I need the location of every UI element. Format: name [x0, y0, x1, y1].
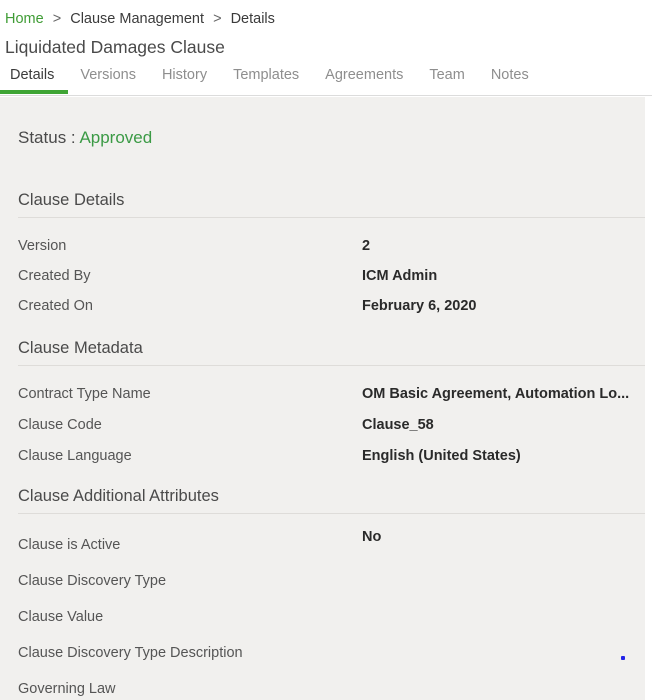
- field-value: 2: [362, 238, 371, 254]
- field-label: Created On: [18, 298, 93, 314]
- field-row-version: Version 2: [0, 236, 645, 256]
- section-title: Clause Additional Attributes: [18, 487, 219, 505]
- field-row-clause-discovery-type-description: Clause Discovery Type Description: [0, 643, 645, 663]
- field-label: Clause Language: [18, 448, 132, 464]
- field-row-clause-value: Clause Value: [0, 607, 645, 627]
- field-row-created-on: Created On February 6, 2020: [0, 296, 645, 316]
- page-title: Liquidated Damages Clause: [5, 37, 225, 57]
- field-row-created-by: Created By ICM Admin: [0, 266, 645, 286]
- tab-notes[interactable]: Notes: [478, 66, 542, 85]
- breadcrumb-separator: >: [52, 11, 62, 27]
- field-label: Contract Type Name: [18, 386, 151, 402]
- page-header: Home > Clause Management > Details Liqui…: [0, 0, 652, 96]
- active-tab-indicator: [0, 90, 68, 94]
- field-row-contract-type-name: Contract Type Name OM Basic Agreement, A…: [0, 384, 645, 404]
- tab-agreements[interactable]: Agreements: [312, 66, 416, 85]
- field-label: Clause Discovery Type Description: [18, 645, 243, 661]
- section-title: Clause Metadata: [18, 339, 143, 357]
- tab-templates[interactable]: Templates: [220, 66, 312, 85]
- field-label: Governing Law: [18, 681, 116, 697]
- field-value: OM Basic Agreement, Automation Lo...: [362, 386, 630, 402]
- field-label: Clause Discovery Type: [18, 573, 167, 589]
- field-value: English (United States): [362, 448, 521, 464]
- field-value: ICM Admin: [362, 268, 438, 284]
- field-value: Clause_58: [362, 417, 434, 433]
- field-label: Version: [18, 238, 67, 254]
- section-divider: [18, 217, 645, 218]
- section-divider: [18, 365, 645, 366]
- tab-history[interactable]: History: [149, 66, 220, 85]
- breadcrumb-item-details[interactable]: Details: [231, 11, 275, 27]
- tab-versions[interactable]: Versions: [67, 66, 149, 85]
- tab-bar: Details Versions History Templates Agree…: [0, 66, 542, 96]
- section-title: Clause Details: [18, 191, 125, 209]
- field-value: February 6, 2020: [362, 298, 477, 314]
- field-label: Created By: [18, 268, 91, 284]
- field-row-clause-code: Clause Code Clause_58: [0, 415, 645, 435]
- status-label: Status :: [18, 128, 76, 147]
- cursor-marker-dot: [621, 656, 625, 660]
- section-divider: [18, 513, 645, 514]
- breadcrumb-item-home[interactable]: Home: [5, 11, 44, 27]
- tab-team[interactable]: Team: [416, 66, 477, 85]
- field-label: Clause is Active: [18, 537, 121, 553]
- field-label: Clause Code: [18, 417, 102, 433]
- status-row: Status : Approved: [18, 127, 152, 149]
- field-row-clause-language: Clause Language English (United States): [0, 446, 645, 466]
- details-content-panel: Status : Approved Clause Details Version…: [0, 97, 645, 700]
- breadcrumb: Home > Clause Management > Details: [5, 10, 275, 28]
- field-label: Clause Value: [18, 609, 104, 625]
- field-row-clause-discovery-type: Clause Discovery Type: [0, 571, 645, 591]
- status-badge: Approved: [79, 128, 153, 147]
- clause-details-page: Home > Clause Management > Details Liqui…: [0, 0, 652, 700]
- tab-details[interactable]: Details: [0, 66, 67, 85]
- field-row-governing-law: Governing Law: [0, 679, 645, 699]
- field-row-clause-is-active: Clause is Active No: [0, 529, 645, 555]
- field-value: No: [362, 529, 382, 545]
- breadcrumb-separator: >: [213, 11, 222, 27]
- breadcrumb-item-clause-management[interactable]: Clause Management: [70, 11, 204, 27]
